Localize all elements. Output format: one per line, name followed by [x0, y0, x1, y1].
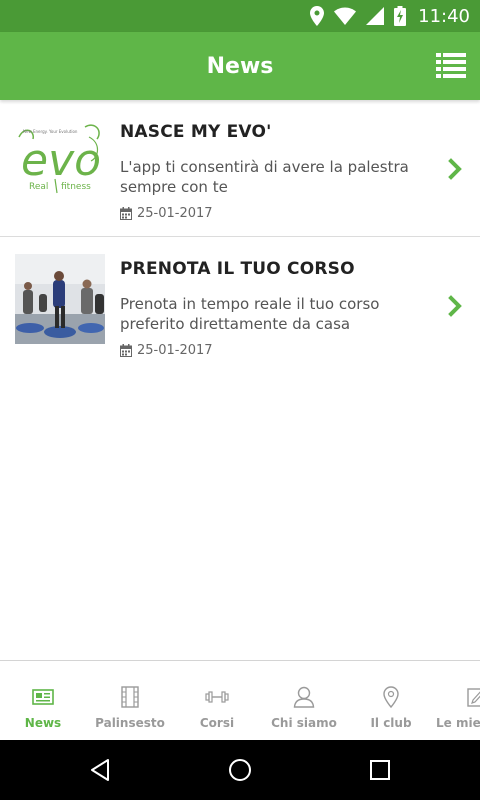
chevron-right-icon[interactable]	[448, 295, 464, 317]
nav-item-il-club[interactable]: Il club	[348, 661, 434, 740]
location-icon	[310, 6, 325, 26]
status-bar: 11:40	[0, 0, 480, 32]
back-icon[interactable]	[88, 758, 112, 782]
nav-item-corsi[interactable]: Corsi	[174, 661, 260, 740]
map-pin-icon	[383, 685, 399, 709]
chevron-right-icon[interactable]	[448, 158, 464, 180]
app-bar: News	[0, 32, 480, 100]
battery-charging-icon	[394, 6, 407, 26]
newspaper-icon	[32, 685, 54, 709]
home-icon[interactable]	[228, 758, 252, 782]
news-list: New Energy. Your Evolution evo Real fitn…	[0, 100, 480, 367]
news-title: NASCE MY EVO'	[120, 122, 272, 142]
nav-item-chi-siamo[interactable]: Chi siamo	[261, 661, 347, 740]
recents-icon[interactable]	[368, 758, 392, 782]
svg-text:evo: evo	[21, 135, 101, 186]
system-nav-bar	[0, 740, 480, 800]
page-title: News	[206, 53, 274, 79]
news-description: Prenota in tempo reale il tuo corso pref…	[120, 295, 380, 333]
nav-label: News	[24, 716, 62, 730]
news-description: L'app ti consentirà di avere la palestra…	[120, 158, 409, 196]
calendar-icon	[120, 344, 132, 357]
film-icon	[121, 685, 139, 709]
nav-label: Chi siamo	[271, 716, 337, 730]
news-date: 25-01-2017	[120, 343, 213, 358]
calendar-icon	[120, 207, 132, 220]
news-date-text: 25-01-2017	[137, 343, 213, 358]
evo-logo-thumbnail: New Energy. Your Evolution evo Real fitn…	[15, 117, 105, 207]
news-date-text: 25-01-2017	[137, 206, 213, 221]
nav-label: Il club	[370, 716, 412, 730]
person-icon	[293, 685, 315, 709]
list-view-icon[interactable]	[436, 52, 466, 78]
bottom-nav: News Palinsesto Corsi Chi siamo Il club	[0, 660, 480, 740]
nav-item-palinsesto[interactable]: Palinsesto	[87, 661, 173, 740]
svg-text:fitness: fitness	[61, 182, 91, 192]
nav-item-news[interactable]: News	[0, 661, 86, 740]
news-item[interactable]: New Energy. Your Evolution evo Real fitn…	[0, 100, 480, 237]
news-title: PRENOTA IL TUO CORSO	[120, 259, 355, 279]
news-item[interactable]: PRENOTA IL TUO CORSO Prenota in tempo re…	[0, 237, 480, 367]
nav-label: Corsi	[199, 716, 235, 730]
news-date: 25-01-2017	[120, 206, 213, 221]
status-time: 11:40	[418, 5, 470, 27]
fitness-class-thumbnail	[15, 254, 105, 344]
edit-icon	[467, 685, 480, 709]
nav-item-le-mie[interactable]: Le mie p	[435, 661, 480, 740]
wifi-icon	[334, 7, 357, 25]
svg-text:New Energy. Your Evolution: New Energy. Your Evolution	[23, 129, 78, 134]
dumbbell-icon	[205, 685, 229, 709]
signal-icon	[366, 7, 385, 25]
nav-label: Palinsesto	[95, 716, 165, 730]
svg-text:Real: Real	[29, 182, 48, 192]
screen: 11:40 News New Energy. Your Evolution ev…	[0, 0, 480, 800]
nav-label: Le mie p	[436, 716, 480, 730]
